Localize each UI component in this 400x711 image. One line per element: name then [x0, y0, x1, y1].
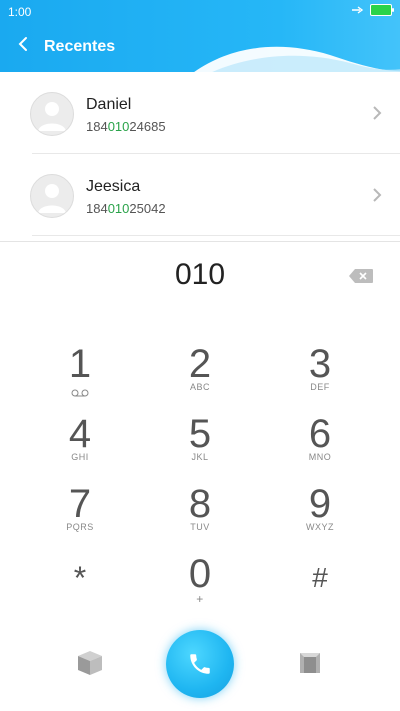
key-5[interactable]: 5 JKL [140, 414, 260, 476]
call-icon [190, 654, 210, 674]
key-digit: 5 [188, 412, 212, 456]
key-letters: JKL [191, 452, 209, 462]
key-hash[interactable]: # [260, 558, 380, 620]
chevron-right-icon [368, 186, 386, 204]
signal-icon [352, 6, 364, 14]
key-digit: # [312, 562, 328, 593]
contact-phone: 18401025042 [86, 201, 166, 216]
contact-row-jeesica[interactable]: Jeesica 18401025042 [0, 154, 400, 236]
key-letters: GHI [71, 452, 89, 462]
key-digit: 3 [308, 342, 332, 386]
key-8[interactable]: 8 TUV [140, 484, 260, 546]
key-letters: WXYZ [306, 522, 334, 532]
key-digit: 6 [308, 412, 332, 456]
key-9[interactable]: 9 WXYZ [260, 484, 380, 546]
key-letters: MNO [308, 452, 332, 462]
back-chevron-icon [18, 37, 27, 51]
key-star[interactable]: * [20, 558, 140, 620]
key-letters: DEF [310, 382, 330, 392]
header: 1:00 Recentes [0, 0, 400, 72]
key-digit: 8 [188, 482, 212, 526]
key-6[interactable]: 6 MNO [260, 414, 380, 476]
page-title: Recentes [44, 38, 116, 55]
key-7[interactable]: 7 PQRS [20, 484, 140, 546]
key-1[interactable]: 1 [20, 344, 140, 406]
key-digit: 0 [188, 552, 212, 596]
row-divider [32, 235, 400, 236]
key-letters: + [196, 592, 204, 606]
status-time: 1:00 [8, 5, 32, 19]
dialed-number: 010 [174, 258, 226, 291]
key-letters: ABC [189, 382, 210, 392]
cube-icon[interactable] [296, 649, 324, 677]
chevron-right-icon [368, 104, 386, 122]
backspace-button[interactable] [348, 268, 374, 284]
key-4[interactable]: 4 GHI [20, 414, 140, 476]
key-digit: 7 [68, 482, 92, 526]
contact-name: Jeesica [86, 178, 141, 195]
avatar [30, 174, 74, 218]
voicemail-icon [71, 389, 89, 397]
key-digit: 2 [188, 342, 212, 386]
cube-icon[interactable] [76, 649, 104, 677]
key-3[interactable]: 3 DEF [260, 344, 380, 406]
status-icons [352, 4, 394, 16]
section-separator [0, 241, 400, 242]
backspace-icon [349, 269, 373, 283]
key-digit: 9 [308, 482, 332, 526]
phone-match-highlight: 010 [107, 201, 130, 216]
key-2[interactable]: 2 ABC [140, 344, 260, 406]
contact-name: Daniel [86, 96, 132, 113]
header-wave-decoration [194, 46, 400, 72]
key-letters: PQRS [66, 522, 94, 532]
contact-phone: 18401024685 [86, 119, 166, 134]
key-0[interactable]: 0 + [140, 554, 260, 616]
phone-match-highlight: 010 [107, 119, 130, 134]
avatar [30, 92, 74, 136]
key-digit: 1 [68, 342, 92, 386]
contact-row-daniel[interactable]: Daniel 18401024685 [0, 72, 400, 154]
key-letters: TUV [190, 522, 210, 532]
call-button[interactable] [166, 630, 234, 698]
key-digit: 4 [68, 412, 92, 456]
battery-icon [370, 4, 394, 16]
status-bar: 1:00 [0, 0, 400, 22]
back-button[interactable] [12, 33, 34, 55]
key-digit: * [73, 560, 87, 596]
